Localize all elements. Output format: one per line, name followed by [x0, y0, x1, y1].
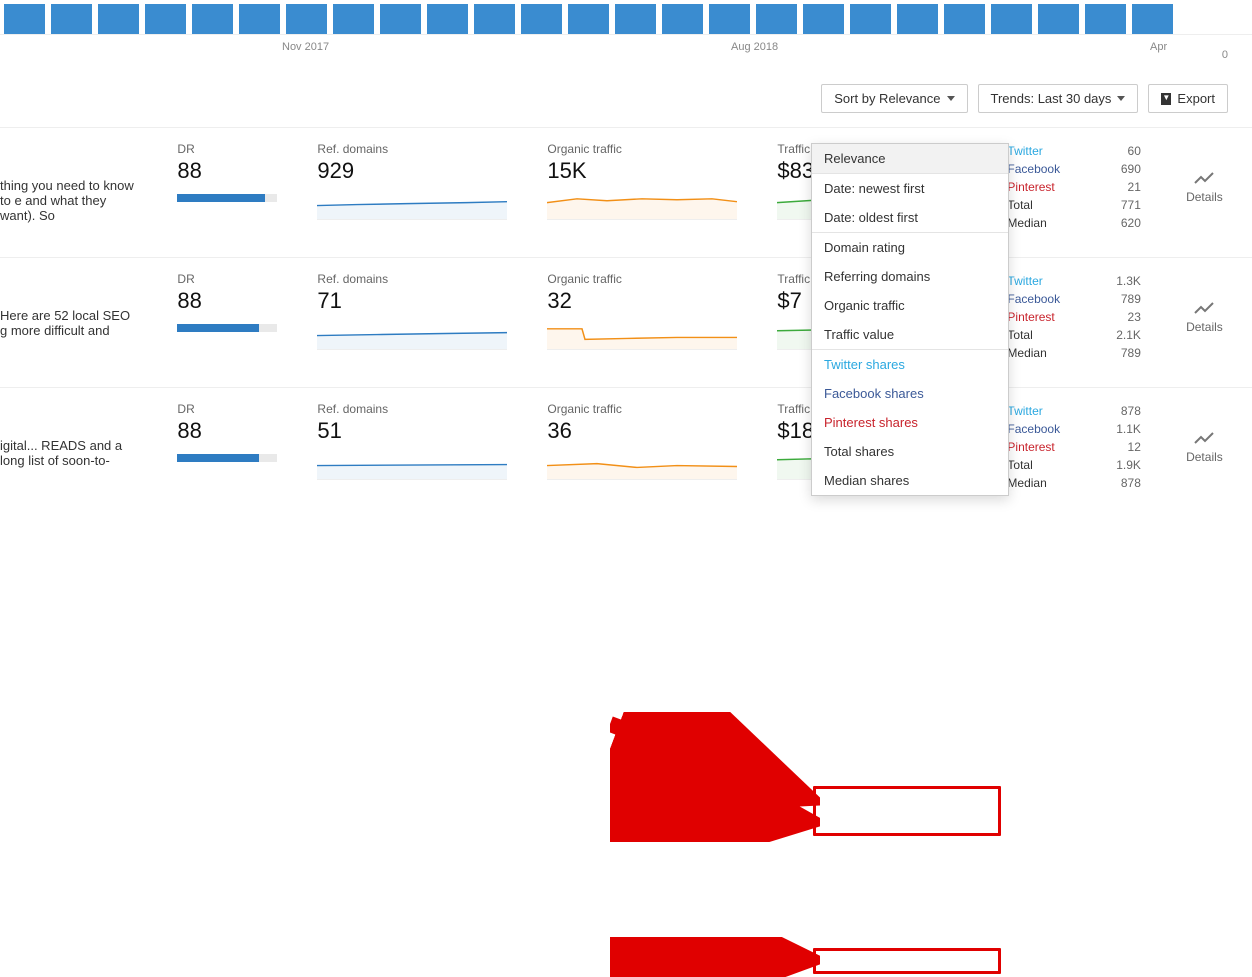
result-description: igital... READS and a long list of soon-…: [0, 402, 137, 493]
sort-option-median-shares[interactable]: Median shares: [812, 466, 1008, 495]
sort-option-total-shares[interactable]: Total shares: [812, 437, 1008, 466]
spark-traffic: [547, 194, 737, 220]
y-zero-label: 0: [1222, 49, 1228, 61]
details-button[interactable]: Details: [1181, 402, 1228, 493]
x-tick-aug: Aug 2018: [731, 41, 778, 53]
x-tick-nov: Nov 2017: [282, 41, 329, 53]
results-toolbar: Sort by Relevance Trends: Last 30 days E…: [0, 64, 1252, 127]
result-description: Here are 52 local SEO g more difficult a…: [0, 272, 137, 363]
details-button[interactable]: Details: [1181, 142, 1228, 233]
stat-organic-traffic: Organic traffic 15K: [547, 142, 737, 233]
result-row: igital... READS and a long list of soon-…: [0, 387, 1252, 517]
sort-option-traffic-value[interactable]: Traffic value: [812, 320, 1008, 349]
sort-option-relevance[interactable]: Relevance: [812, 144, 1008, 173]
sort-option-referring-domains[interactable]: Referring domains: [812, 262, 1008, 291]
stat-dr: DR 88: [177, 142, 277, 233]
results-list: thing you need to know to e and what the…: [0, 127, 1252, 517]
sort-option-date-newest[interactable]: Date: newest first: [812, 173, 1008, 203]
sort-option-organic-traffic[interactable]: Organic traffic: [812, 291, 1008, 320]
chevron-down-icon: [1117, 96, 1125, 101]
result-row: thing you need to know to e and what the…: [0, 127, 1252, 257]
result-row: Here are 52 local SEO g more difficult a…: [0, 257, 1252, 387]
sort-by-label: Sort by Relevance: [834, 91, 940, 106]
chart-x-axis: Nov 2017 Aug 2018 Apr 0: [0, 34, 1252, 64]
chevron-down-icon: [947, 96, 955, 101]
result-description: thing you need to know to e and what the…: [0, 142, 137, 233]
details-label: Details: [1186, 190, 1223, 204]
trends-label: Trends: Last 30 days: [991, 91, 1112, 106]
timeline-bar-chart: [0, 0, 1252, 34]
dr-progress: [177, 194, 277, 202]
sort-option-facebook-shares[interactable]: Facebook shares: [812, 379, 1008, 408]
bar-chart-bars: [0, 4, 1173, 34]
export-button[interactable]: Export: [1148, 84, 1228, 113]
file-download-icon: [1161, 93, 1171, 105]
sort-option-pinterest-shares[interactable]: Pinterest shares: [812, 408, 1008, 437]
details-trend-icon: [1194, 172, 1214, 186]
sort-option-date-oldest[interactable]: Date: oldest first: [812, 203, 1008, 232]
sort-by-button[interactable]: Sort by Relevance: [821, 84, 967, 113]
details-button[interactable]: Details: [1181, 272, 1228, 363]
spark-ref: [317, 194, 507, 220]
sort-by-dropdown[interactable]: Relevance Date: newest first Date: oldes…: [811, 143, 1009, 496]
sort-option-domain-rating[interactable]: Domain rating: [812, 232, 1008, 262]
sort-option-twitter-shares[interactable]: Twitter shares: [812, 349, 1008, 379]
export-label: Export: [1177, 91, 1215, 106]
shares-block: Twitter60 Facebook690 Pinterest21 Total7…: [1007, 142, 1140, 233]
stat-ref-domains: Ref. domains 929: [317, 142, 507, 233]
trends-button[interactable]: Trends: Last 30 days: [978, 84, 1139, 113]
x-tick-apr: Apr: [1150, 41, 1167, 53]
